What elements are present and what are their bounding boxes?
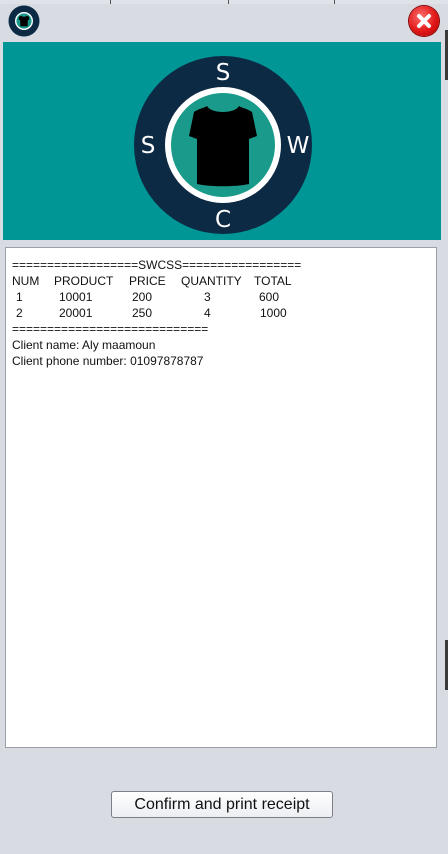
logo-letter-right: W bbox=[287, 133, 310, 159]
row-price: 250 bbox=[132, 306, 153, 320]
logo-letter-bottom: C bbox=[215, 207, 231, 233]
header-product: PRODUCT bbox=[54, 274, 114, 288]
receipt-separator-top: ==================SWCSS================= bbox=[12, 258, 302, 272]
logo-banner: S S W C bbox=[3, 42, 441, 240]
row-product: 10001 bbox=[59, 290, 93, 304]
receipt-row: 1 10001 200 3 600 bbox=[12, 289, 430, 305]
header-num: NUM bbox=[12, 274, 40, 288]
logo-letter-top: S bbox=[216, 60, 231, 86]
swcs-shirt-logo: S S W C bbox=[134, 56, 312, 234]
row-num: 2 bbox=[16, 306, 23, 320]
row-total: 1000 bbox=[260, 306, 287, 320]
client-phone-line: Client phone number: 01097878787 bbox=[12, 354, 204, 368]
row-total: 600 bbox=[259, 290, 280, 304]
row-product: 20001 bbox=[59, 306, 93, 320]
receipt-header-row: NUM PRODUCT PRICE QUANTITY TOTAL bbox=[12, 273, 430, 289]
receipt-row: 2 20001 250 4 1000 bbox=[12, 305, 430, 321]
header-price: PRICE bbox=[129, 274, 166, 288]
header-quantity: QUANTITY bbox=[181, 274, 242, 288]
receipt-text-area[interactable]: ==================SWCSS=================… bbox=[5, 247, 437, 748]
row-quantity: 4 bbox=[204, 306, 211, 320]
confirm-print-button[interactable]: Confirm and print receipt bbox=[111, 791, 333, 818]
logo-letter-left: S bbox=[141, 133, 156, 159]
shirt-logo-icon bbox=[8, 5, 40, 37]
close-icon bbox=[417, 14, 431, 28]
row-quantity: 3 bbox=[204, 290, 211, 304]
title-bar bbox=[0, 4, 448, 40]
receipt-separator-bottom: ============================ bbox=[12, 322, 209, 336]
row-price: 200 bbox=[132, 290, 153, 304]
close-button[interactable] bbox=[409, 6, 439, 36]
client-name-line: Client name: Aly maamoun bbox=[12, 338, 156, 352]
row-num: 1 bbox=[16, 290, 23, 304]
header-total: TOTAL bbox=[254, 274, 292, 288]
